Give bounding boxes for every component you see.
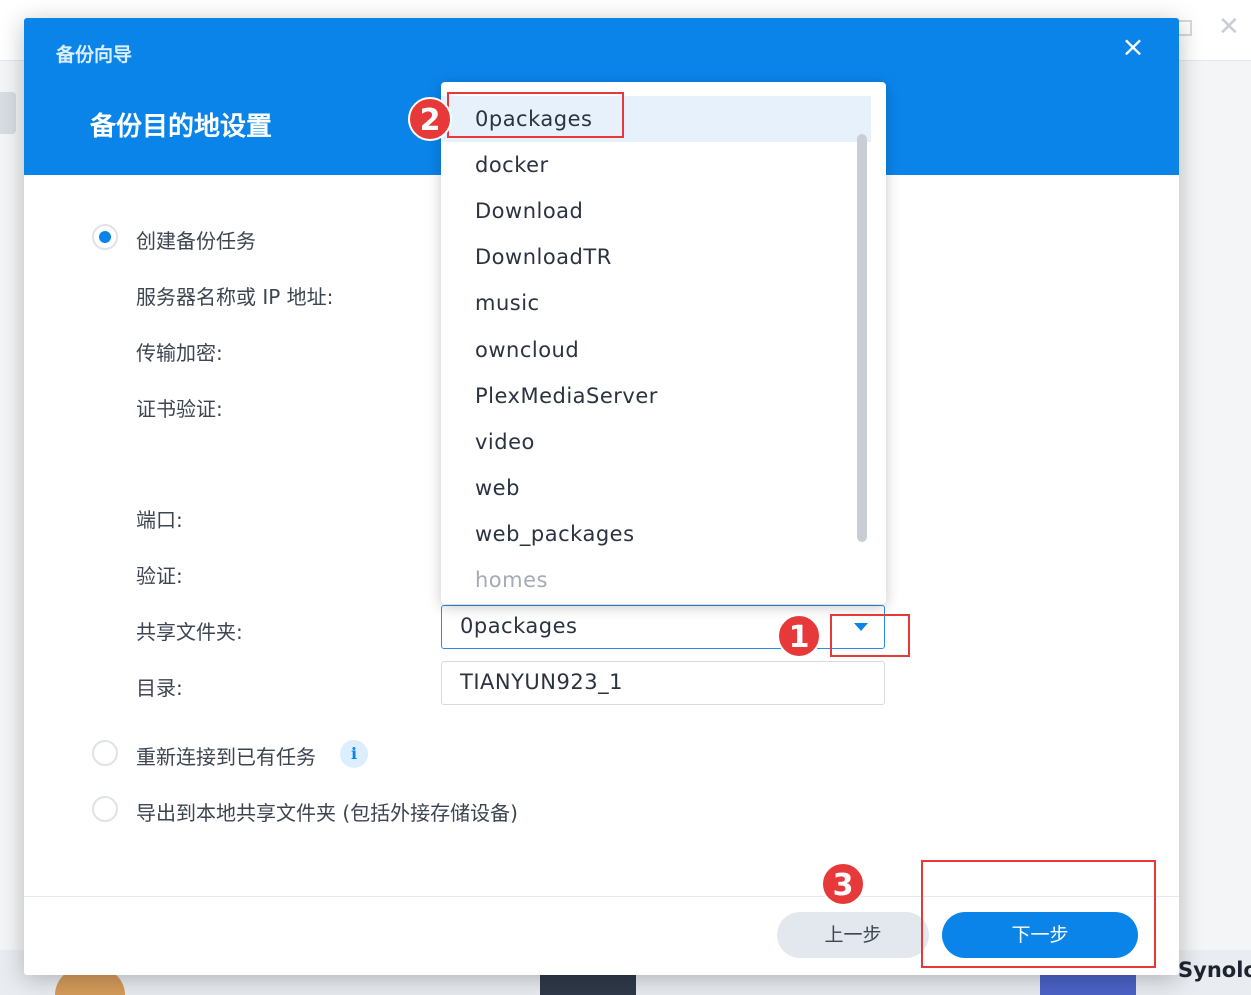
directory-value: TIANYUN923_1 bbox=[460, 670, 623, 694]
shared-folder-dropdown: 0packages docker Download DownloadTR mus… bbox=[441, 82, 886, 604]
dialog-title: 备份向导 bbox=[56, 44, 133, 66]
dropdown-item[interactable]: DownloadTR bbox=[441, 234, 871, 280]
dropdown-item[interactable]: docker bbox=[441, 142, 871, 188]
annotation-box bbox=[830, 614, 910, 657]
dropdown-item[interactable]: homes bbox=[441, 557, 871, 603]
directory-label: 目录: bbox=[136, 676, 183, 700]
background-sidebar-tab bbox=[0, 92, 16, 134]
annotation-box bbox=[921, 860, 1156, 968]
directory-input[interactable]: TIANYUN923_1 bbox=[441, 661, 885, 705]
auth-label: 验证: bbox=[136, 564, 183, 588]
dropdown-item[interactable]: web bbox=[441, 465, 871, 511]
dropdown-item[interactable]: web_packages bbox=[441, 511, 871, 557]
reconnect-task-label: 重新连接到已有任务 bbox=[136, 745, 316, 769]
reconnect-task-radio[interactable] bbox=[92, 740, 118, 766]
annotation-number: 2 bbox=[408, 97, 452, 141]
export-local-label: 导出到本地共享文件夹 (包括外接存储设备) bbox=[136, 801, 518, 825]
background-app-label: Synolo bbox=[1178, 958, 1251, 982]
annotation-box bbox=[447, 92, 624, 138]
create-task-label: 创建备份任务 bbox=[136, 229, 256, 253]
export-local-radio[interactable] bbox=[92, 796, 118, 822]
dropdown-item[interactable]: owncloud bbox=[441, 327, 871, 373]
dialog-subtitle: 备份目的地设置 bbox=[90, 112, 273, 142]
dropdown-item[interactable]: music bbox=[441, 280, 871, 326]
server-label: 服务器名称或 IP 地址: bbox=[136, 285, 334, 309]
annotation-number: 1 bbox=[777, 614, 821, 658]
info-icon[interactable]: i bbox=[340, 740, 368, 768]
dropdown-item[interactable]: Download bbox=[441, 188, 871, 234]
background-close-icon: ✕ bbox=[1218, 12, 1240, 42]
previous-button[interactable]: 上一步 bbox=[777, 912, 929, 958]
dropdown-scrollbar[interactable] bbox=[857, 134, 867, 542]
dropdown-item[interactable]: video bbox=[441, 419, 871, 465]
shared-folder-label: 共享文件夹: bbox=[136, 620, 243, 644]
certificate-label: 证书验证: bbox=[136, 397, 223, 421]
port-label: 端口: bbox=[136, 508, 183, 532]
shared-folder-value: 0packages bbox=[460, 614, 578, 638]
encryption-label: 传输加密: bbox=[136, 341, 223, 365]
close-icon[interactable]: × bbox=[1118, 32, 1148, 62]
create-task-radio[interactable] bbox=[92, 224, 118, 250]
dropdown-item[interactable]: PlexMediaServer bbox=[441, 373, 871, 419]
annotation-number: 3 bbox=[821, 862, 865, 906]
